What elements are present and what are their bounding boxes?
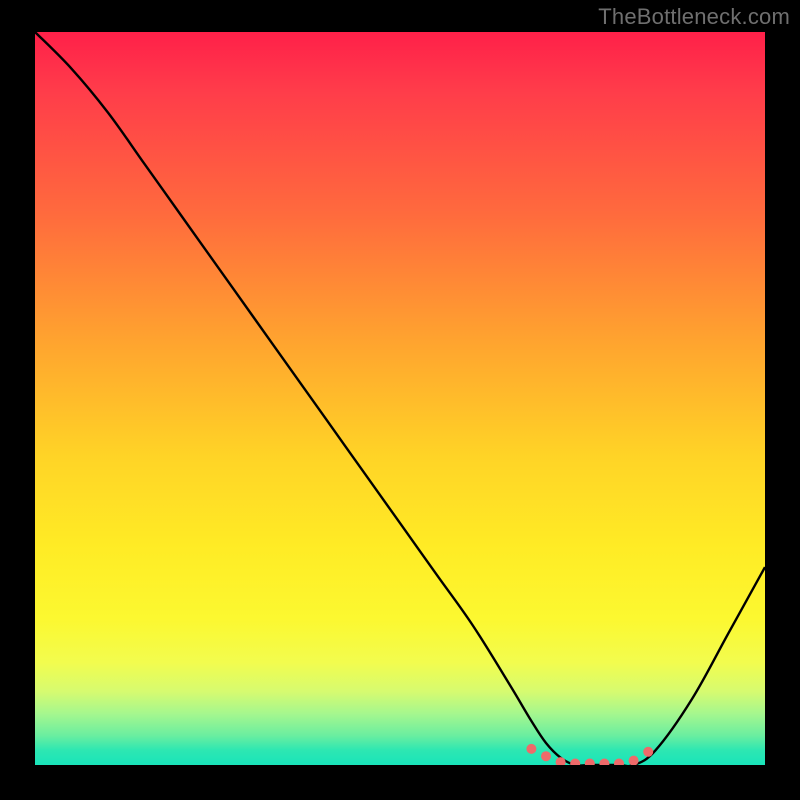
- marker-dots-group: [526, 744, 653, 765]
- marker-dot: [599, 759, 609, 765]
- chart-svg: [35, 32, 765, 765]
- marker-dot: [585, 759, 595, 765]
- marker-dot: [570, 759, 580, 765]
- marker-dot: [614, 759, 624, 765]
- marker-dot: [556, 757, 566, 765]
- chart-frame: TheBottleneck.com: [0, 0, 800, 800]
- marker-dot: [541, 751, 551, 761]
- plot-area: [35, 32, 765, 765]
- marker-dot: [526, 744, 536, 754]
- watermark-text: TheBottleneck.com: [598, 4, 790, 30]
- marker-dot: [629, 756, 639, 765]
- marker-dot: [643, 747, 653, 757]
- bottleneck-curve-line: [35, 32, 765, 765]
